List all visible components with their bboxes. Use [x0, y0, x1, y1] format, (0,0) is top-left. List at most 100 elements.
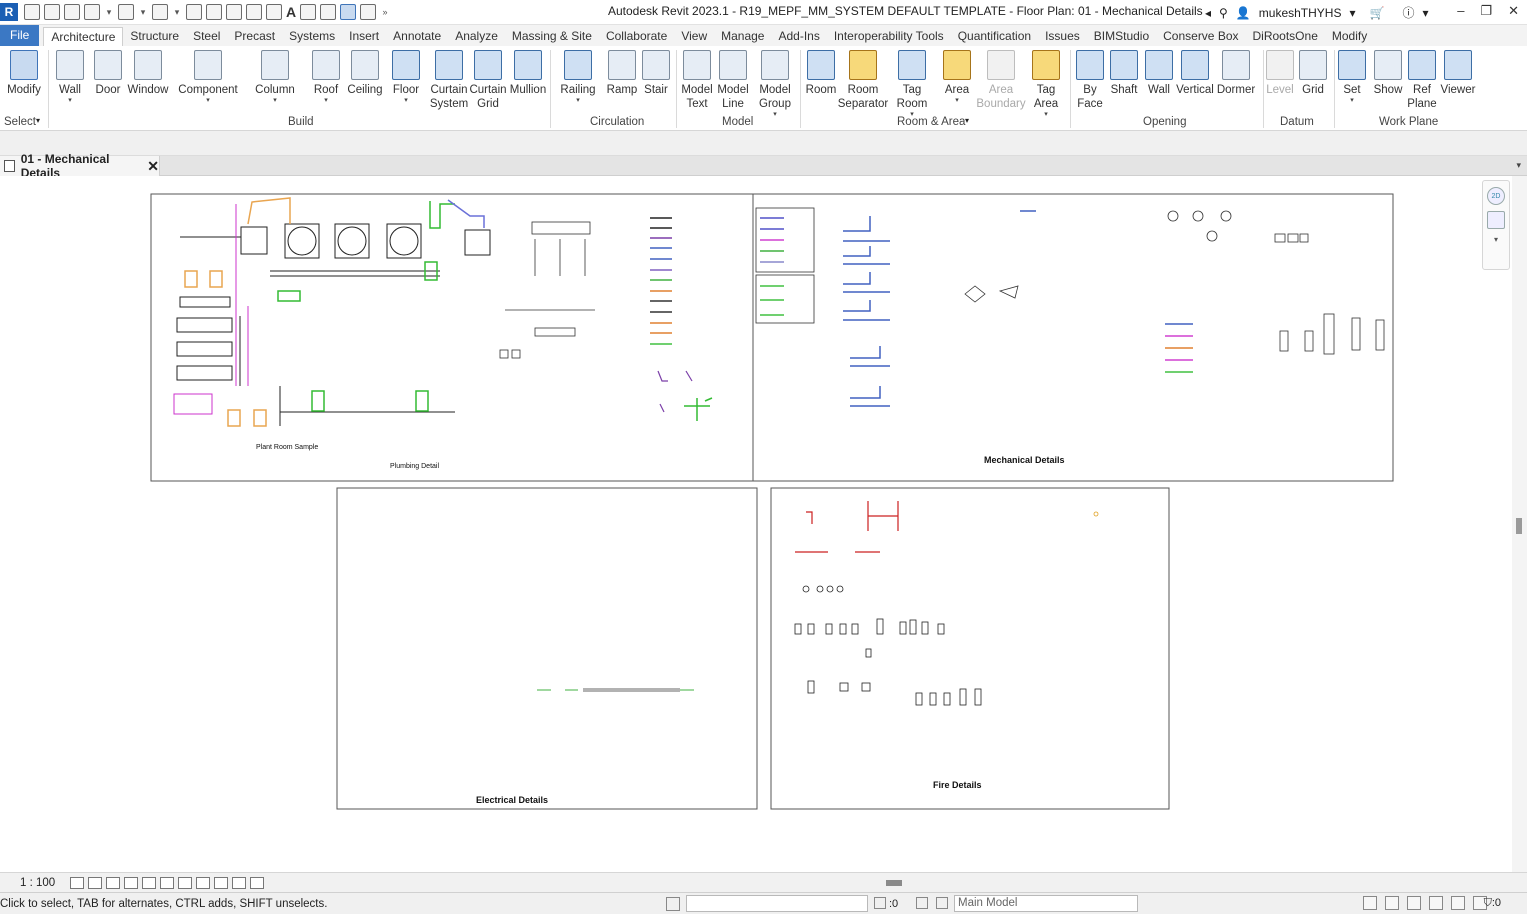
tab-collaborate[interactable]: Collaborate	[599, 27, 674, 46]
chevron-down-icon[interactable]: ▾	[576, 97, 580, 105]
ribbon-button-railing[interactable]: Railing ▾	[556, 50, 600, 105]
ribbon-button-dormer[interactable]: Dormer	[1214, 50, 1258, 97]
close-hidden-icon[interactable]	[360, 4, 376, 20]
tab-dirootsone[interactable]: DiRootsOne	[1246, 27, 1325, 46]
chevron-down-icon[interactable]: ▾	[965, 116, 969, 125]
tab-interoperability-tools[interactable]: Interoperability Tools	[827, 27, 951, 46]
panel-label-room-area[interactable]: Room & Area	[897, 116, 965, 128]
minimize-icon[interactable]: –	[1457, 3, 1464, 19]
text-a-icon[interactable]: A	[286, 4, 296, 20]
chevron-down-icon[interactable]: ▾	[1350, 97, 1354, 105]
tab-precast[interactable]: Precast	[227, 27, 282, 46]
chevron-down-icon[interactable]: ▾	[1422, 6, 1428, 20]
tag-icon[interactable]	[266, 4, 282, 20]
filter-count[interactable]: ⛉:0	[1484, 897, 1501, 910]
tab-menu-icon[interactable]: ▾	[1516, 160, 1521, 171]
tab-conserve-box[interactable]: Conserve Box	[1156, 27, 1245, 46]
open-icon[interactable]	[44, 4, 60, 20]
select-by-face-icon[interactable]	[1429, 896, 1443, 910]
ribbon-button-room[interactable]: Room	[799, 50, 843, 97]
user-name[interactable]: mukeshTHYHS	[1259, 6, 1342, 20]
close-view-icon[interactable]: ✕	[147, 158, 159, 175]
tab-annotate[interactable]: Annotate	[386, 27, 448, 46]
ribbon-button-roof[interactable]: Roof ▾	[304, 50, 348, 105]
ribbon-button-model-line[interactable]: Model Line	[711, 50, 755, 111]
drawing-canvas[interactable]: Plant Room Sample Plumbing Detail Mechan…	[0, 176, 1512, 872]
temporary-hide-icon[interactable]	[178, 876, 192, 889]
tab-modify[interactable]: Modify	[1325, 27, 1374, 46]
workset-dropdown[interactable]	[686, 895, 868, 912]
chevron-down-icon[interactable]: ▾	[324, 97, 328, 105]
ribbon-button-ceiling[interactable]: Ceiling	[343, 50, 387, 97]
caret-left-icon[interactable]: ◂	[1205, 6, 1211, 20]
chevron-down-icon[interactable]: ▾	[138, 4, 148, 20]
view-scale[interactable]: 1 : 100	[0, 877, 68, 889]
design-option-icon[interactable]	[936, 897, 948, 909]
shadows-icon[interactable]	[124, 876, 138, 889]
chevron-down-icon[interactable]: ▾	[273, 97, 277, 105]
chevron-down-icon[interactable]: ▾	[172, 4, 182, 20]
cart-icon[interactable]: 🛒	[1370, 6, 1385, 20]
ribbon-button-viewer[interactable]: Viewer	[1436, 50, 1480, 97]
design-option-dropdown[interactable]: Main Model	[954, 895, 1138, 912]
close-icon[interactable]: ✕	[1508, 3, 1519, 19]
design-options-icon[interactable]	[916, 897, 928, 909]
visual-style-icon[interactable]	[88, 876, 102, 889]
tab-insert[interactable]: Insert	[342, 27, 386, 46]
ribbon-button-mullion[interactable]: Mullion	[506, 50, 550, 97]
zoom-region-icon[interactable]	[1487, 211, 1505, 229]
dimension-icon[interactable]	[246, 4, 262, 20]
ribbon-button-window[interactable]: Window	[126, 50, 170, 97]
horizontal-scroll-thumb[interactable]	[886, 880, 902, 886]
editable-only-icon[interactable]	[874, 897, 886, 909]
chevron-down-icon[interactable]: ▾	[404, 97, 408, 105]
measure-icon[interactable]	[226, 4, 242, 20]
tab-issues[interactable]: Issues	[1038, 27, 1087, 46]
detail-level-icon[interactable]	[70, 876, 84, 889]
ribbon-button-stair[interactable]: Stair	[634, 50, 678, 97]
redo-icon[interactable]	[152, 4, 168, 20]
ribbon-button-modify[interactable]: Modify	[2, 50, 46, 97]
steering-wheel-icon[interactable]: 2D	[1487, 187, 1505, 205]
binoculars-icon[interactable]: ⚲	[1219, 6, 1228, 20]
tab-analyze[interactable]: Analyze	[448, 27, 505, 46]
tab-quantification[interactable]: Quantification	[951, 27, 1038, 46]
revit-app-icon[interactable]: R	[0, 3, 18, 21]
chevron-down-icon[interactable]: ▾	[1044, 111, 1048, 119]
user-icon[interactable]: 👤	[1236, 6, 1251, 20]
show-crop-icon[interactable]	[160, 876, 174, 889]
ribbon-button-component[interactable]: Component ▾	[178, 50, 238, 105]
vertical-scroll-thumb[interactable]	[1516, 518, 1522, 534]
vertical-scrollbar[interactable]	[1512, 176, 1527, 872]
ribbon-button-vertical[interactable]: Vertical	[1173, 50, 1217, 97]
home-icon[interactable]	[24, 4, 40, 20]
switch-windows-icon[interactable]	[340, 4, 356, 20]
ribbon-button-curtain-grid[interactable]: Curtain Grid	[466, 50, 510, 111]
chevron-down-icon[interactable]: ▾	[36, 116, 40, 125]
save-icon[interactable]	[64, 4, 80, 20]
reveal-hidden-icon[interactable]	[196, 876, 210, 889]
panel-label-select[interactable]: Select	[4, 116, 36, 128]
drag-elements-icon[interactable]	[1451, 896, 1465, 910]
tab-steel[interactable]: Steel	[186, 27, 227, 46]
more-icon[interactable]: »	[380, 4, 390, 20]
ribbon-button-tag-area[interactable]: Tag Area ▾	[1024, 50, 1068, 119]
ribbon-button-floor[interactable]: Floor ▾	[384, 50, 428, 105]
select-underlay-icon[interactable]	[1385, 896, 1399, 910]
view-tab[interactable]: 01 - Mechanical Details ✕	[0, 152, 160, 180]
worksharing-display-icon[interactable]	[214, 876, 228, 889]
ribbon-button-area[interactable]: Area ▾	[935, 50, 979, 105]
tab-manage[interactable]: Manage	[714, 27, 771, 46]
sun-path-icon[interactable]	[106, 876, 120, 889]
chevron-down-icon[interactable]: ▾	[773, 111, 777, 119]
chevron-down-icon[interactable]: ▾	[1349, 6, 1355, 20]
tab-structure[interactable]: Structure	[123, 27, 186, 46]
tab-massing-site[interactable]: Massing & Site	[505, 27, 599, 46]
analytical-model-icon[interactable]	[232, 876, 246, 889]
tab-add-ins[interactable]: Add-Ins	[771, 27, 826, 46]
select-links-icon[interactable]	[1363, 896, 1377, 910]
tab-view[interactable]: View	[674, 27, 714, 46]
ribbon-button-room-separator[interactable]: Room Separator	[838, 50, 888, 111]
select-pinned-icon[interactable]	[1407, 896, 1421, 910]
ribbon-button-area-boundary[interactable]: Area Boundary	[976, 50, 1026, 111]
